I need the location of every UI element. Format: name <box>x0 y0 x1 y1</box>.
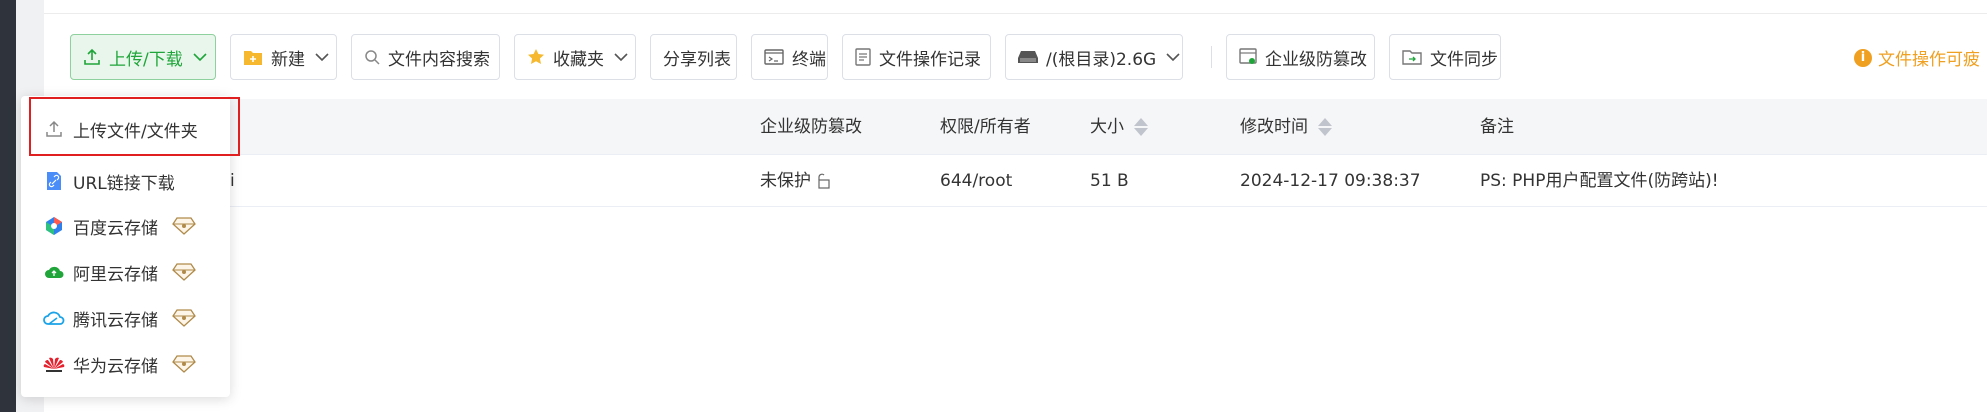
new-label: 新建 <box>271 49 305 70</box>
file-sync-label: 文件同步 <box>1430 49 1498 70</box>
left-sidebar-rail <box>0 0 16 412</box>
huawei-icon <box>43 353 65 375</box>
baidu-cloud-item[interactable]: 百度云存储 <box>21 204 230 248</box>
chevron-down-icon <box>315 52 329 62</box>
file-op-log-button[interactable]: 文件操作记录 <box>842 34 991 80</box>
file-name[interactable]: i <box>230 155 235 207</box>
perm-owner[interactable]: 644/root <box>940 155 1012 207</box>
chevron-down-icon <box>614 52 628 62</box>
huawei-cloud-item[interactable]: 华为云存储 <box>21 342 230 386</box>
upload-download-button[interactable]: 上传/下载 <box>70 34 216 80</box>
header-tamper: 企业级防篡改 <box>760 117 862 137</box>
pro-diamond-icon <box>172 309 196 327</box>
file-manager-panel: 上传/下载 新建 文件内容搜索 收藏夹 分享列表 终端 文件操作记录 /(根目录… <box>44 0 1987 412</box>
tamper-status[interactable]: 未保护 <box>760 155 831 207</box>
disk-select-button[interactable]: /(根目录)2.6G <box>1005 34 1183 80</box>
hard-disk-icon <box>1018 47 1038 67</box>
baidu-cloud-icon <box>43 215 65 237</box>
search-icon <box>364 47 380 67</box>
huawei-cloud-label: 华为云存储 <box>73 356 158 377</box>
file-size: 51 B <box>1090 171 1129 191</box>
remark[interactable]: PS: PHP用户配置文件(防跨站)! <box>1480 155 1719 207</box>
header-mtime[interactable]: 修改时间 <box>1240 99 1332 155</box>
url-download-label: URL链接下载 <box>73 173 175 194</box>
link-file-icon <box>43 170 65 192</box>
pro-diamond-icon <box>172 355 196 373</box>
url-download-item[interactable]: URL链接下载 <box>21 159 230 203</box>
sort-icon[interactable] <box>1318 118 1332 136</box>
upload-icon <box>83 47 101 67</box>
sort-icon[interactable] <box>1134 118 1148 136</box>
chevron-down-icon <box>1166 52 1180 62</box>
disk-label: /(根目录)2.6G <box>1046 49 1157 70</box>
content-search-label: 文件内容搜索 <box>388 49 490 70</box>
tencent-cloud-label: 腾讯云存储 <box>73 310 158 331</box>
content-search-button[interactable]: 文件内容搜索 <box>351 34 500 80</box>
upload-download-label: 上传/下载 <box>109 49 183 70</box>
share-list-label: 分享列表 <box>663 49 731 70</box>
header-perm-owner: 权限/所有者 <box>940 117 1031 137</box>
header-remark: 备注 <box>1480 117 1514 137</box>
toolbar-divider <box>1211 46 1212 68</box>
aliyun-label: 阿里云存储 <box>73 264 158 285</box>
tamper-proof-button[interactable]: 企业级防篡改 <box>1226 34 1375 80</box>
modified-time: 2024-12-17 09:38:37 <box>1240 171 1421 191</box>
pro-diamond-icon <box>172 217 196 235</box>
new-button[interactable]: 新建 <box>230 34 337 80</box>
unlock-icon <box>815 173 831 189</box>
folder-sync-icon <box>1402 47 1422 67</box>
header-size-label: 大小 <box>1090 117 1124 137</box>
new-folder-icon <box>243 47 263 67</box>
terminal-label: 终端 <box>792 49 826 70</box>
tamper-status-label: 未保护 <box>760 171 811 191</box>
tencent-cloud-icon <box>43 307 65 329</box>
baidu-cloud-label: 百度云存储 <box>73 218 158 239</box>
pro-diamond-icon <box>172 263 196 281</box>
divider <box>44 13 1987 14</box>
table-row[interactable]: i 未保护 644/root 51 B 2024-12-17 09:38:37 … <box>44 155 1987 207</box>
file-op-log-label: 文件操作记录 <box>879 49 981 70</box>
tamper-proof-label: 企业级防篡改 <box>1265 49 1367 70</box>
document-list-icon <box>855 47 871 67</box>
file-toolbar: 上传/下载 新建 文件内容搜索 收藏夹 分享列表 终端 文件操作记录 /(根目录… <box>70 33 1515 81</box>
tencent-cloud-item[interactable]: 腾讯云存储 <box>21 296 230 340</box>
favorites-label: 收藏夹 <box>553 49 604 70</box>
highlight-box <box>29 97 240 156</box>
share-list-button[interactable]: 分享列表 <box>650 34 737 80</box>
star-icon <box>527 47 545 67</box>
table-header: 企业级防篡改 权限/所有者 大小 修改时间 备注 <box>44 99 1987 155</box>
shield-document-icon <box>1239 47 1257 67</box>
header-mtime-label: 修改时间 <box>1240 117 1308 137</box>
aliyun-icon <box>43 261 65 283</box>
file-op-notice-text: 文件操作可疲 <box>1878 50 1980 70</box>
terminal-icon <box>764 47 784 67</box>
info-icon: i <box>1854 48 1872 67</box>
file-sync-button[interactable]: 文件同步 <box>1389 34 1501 80</box>
file-op-notice[interactable]: i 文件操作可疲 <box>1854 45 1980 70</box>
header-size[interactable]: 大小 <box>1090 99 1148 155</box>
chevron-down-icon <box>193 52 207 62</box>
terminal-button[interactable]: 终端 <box>751 34 828 80</box>
aliyun-item[interactable]: 阿里云存储 <box>21 250 230 294</box>
favorites-button[interactable]: 收藏夹 <box>514 34 636 80</box>
